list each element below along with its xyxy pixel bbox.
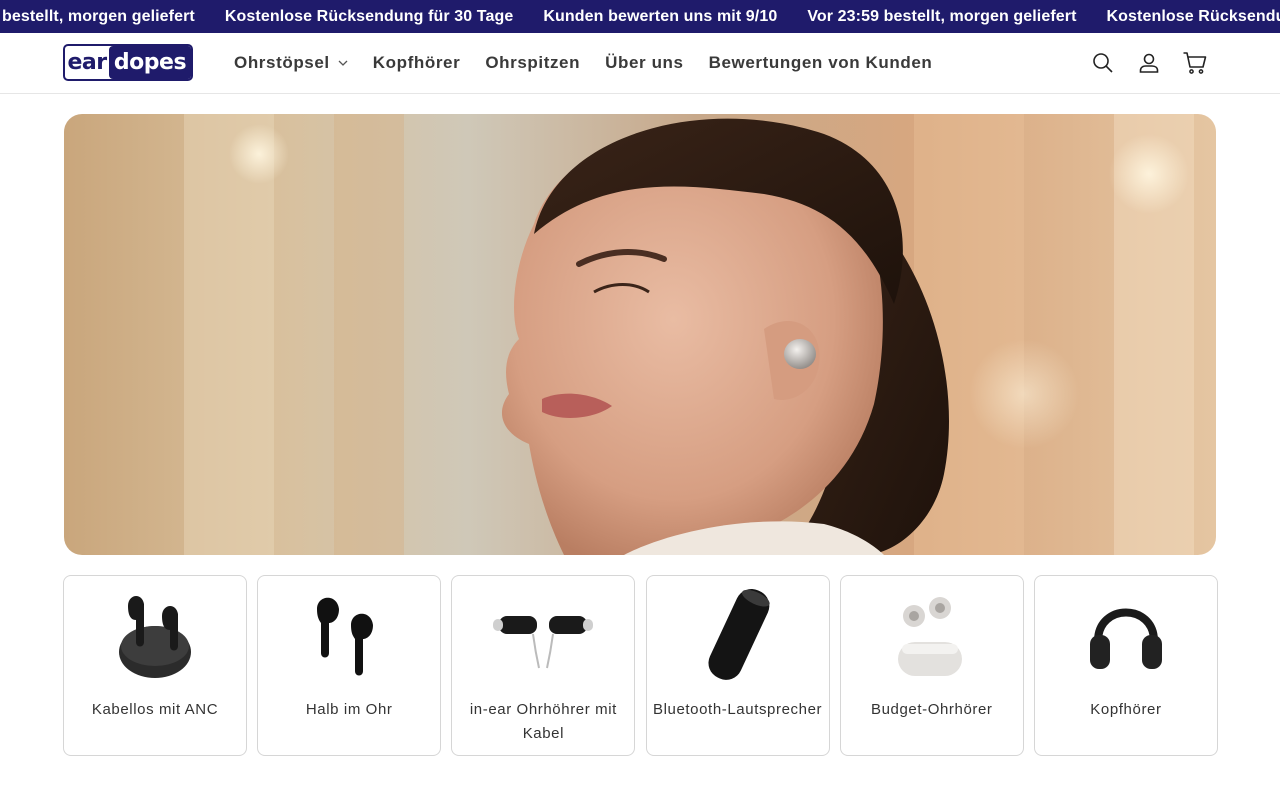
nav-item-label: Kopfhörer bbox=[372, 53, 461, 72]
search-button[interactable] bbox=[1088, 48, 1118, 78]
half-in-ear-earbuds-icon bbox=[317, 597, 374, 676]
category-card-kopfhoerer[interactable]: Kopfhörer bbox=[1033, 575, 1218, 756]
nav-item-ohrstoepsel[interactable]: Ohrstöpsel bbox=[234, 53, 348, 73]
category-card-halb-im-ohr[interactable]: Halb im Ohr bbox=[257, 575, 442, 756]
category-card-kabellos-anc[interactable]: Kabellos mit ANC bbox=[63, 575, 247, 756]
nav-item-ueber-uns[interactable]: Über uns bbox=[605, 53, 683, 73]
wired-earphones-icon bbox=[493, 616, 594, 669]
logo[interactable]: ear dopes bbox=[63, 44, 193, 81]
wireless-earbuds-case-icon bbox=[119, 595, 191, 678]
category-image bbox=[258, 584, 440, 684]
search-icon bbox=[1093, 53, 1113, 73]
main-nav: Ohrstöpsel Kopfhörer Ohrspitzen Über uns… bbox=[234, 33, 957, 93]
budget-earbuds-icon bbox=[897, 597, 962, 676]
header-icons bbox=[1072, 48, 1210, 78]
category-image bbox=[452, 584, 634, 684]
announcement-bar: bestellt, morgen geliefert Kostenlose Rü… bbox=[0, 0, 1280, 33]
category-image bbox=[1035, 584, 1217, 684]
announcement-item: Kostenlose Rücksendung für 30 Tage bbox=[224, 7, 514, 25]
category-label: Kopfhörer bbox=[1090, 701, 1162, 718]
category-image bbox=[841, 584, 1023, 684]
site-header: ear dopes Ohrstöpsel Kopfhörer Ohrspitze… bbox=[0, 33, 1280, 94]
category-label: Kabellos mit ANC bbox=[91, 701, 219, 718]
category-label: Budget-Ohrhörer bbox=[870, 701, 993, 718]
category-card-budget-ohrhoerer[interactable]: Budget-Ohrhörer bbox=[839, 575, 1024, 756]
account-icon bbox=[1139, 53, 1159, 73]
category-card-in-ear-kabel[interactable]: in-ear Ohrhöhrer mit Kabel bbox=[451, 575, 636, 756]
announcement-item: Kunden bewerten uns mit 9/10 bbox=[543, 7, 778, 25]
hero-banner[interactable] bbox=[64, 114, 1216, 555]
cart-button[interactable] bbox=[1180, 48, 1210, 78]
nav-item-ohrspitzen[interactable]: Ohrspitzen bbox=[485, 53, 580, 73]
account-button[interactable] bbox=[1134, 48, 1164, 78]
category-label: in-ear Ohrhöhrer mit Kabel bbox=[469, 701, 617, 742]
announcement-item: bestellt, morgen geliefert bbox=[2, 7, 195, 25]
category-grid: Kabellos mit ANC Halb im Ohr in-ear Ohrh… bbox=[63, 575, 1218, 756]
nav-item-label: Bewertungen von Kunden bbox=[708, 53, 933, 72]
nav-item-kopfhoerer[interactable]: Kopfhörer bbox=[373, 53, 461, 73]
category-label: Bluetooth-Lautsprecher bbox=[652, 701, 823, 718]
category-label: Halb im Ohr bbox=[305, 701, 393, 718]
hero-image bbox=[64, 114, 1216, 555]
category-image bbox=[647, 584, 829, 684]
nav-item-bewertungen[interactable]: Bewertungen von Kunden bbox=[709, 53, 933, 73]
logo-text-ear: ear bbox=[67, 50, 107, 75]
announcement-item: Vor 23:59 bestellt, morgen geliefert bbox=[807, 7, 1077, 25]
chevron-down-icon bbox=[338, 60, 348, 66]
nav-item-label: Ohrstöpsel bbox=[234, 53, 330, 72]
bluetooth-speaker-icon bbox=[708, 588, 770, 680]
headphones-icon bbox=[1089, 608, 1162, 669]
announcement-item: Kostenlose Rücksendung für 30 Tage bbox=[1106, 7, 1280, 25]
cart-icon bbox=[1183, 52, 1207, 74]
category-image bbox=[64, 584, 246, 684]
category-card-bluetooth-lautsprecher[interactable]: Bluetooth-Lautsprecher bbox=[645, 575, 830, 756]
logo-text-dopes: dopes bbox=[109, 46, 191, 79]
nav-item-label: Ohrspitzen bbox=[485, 53, 581, 72]
nav-item-label: Über uns bbox=[605, 53, 684, 72]
